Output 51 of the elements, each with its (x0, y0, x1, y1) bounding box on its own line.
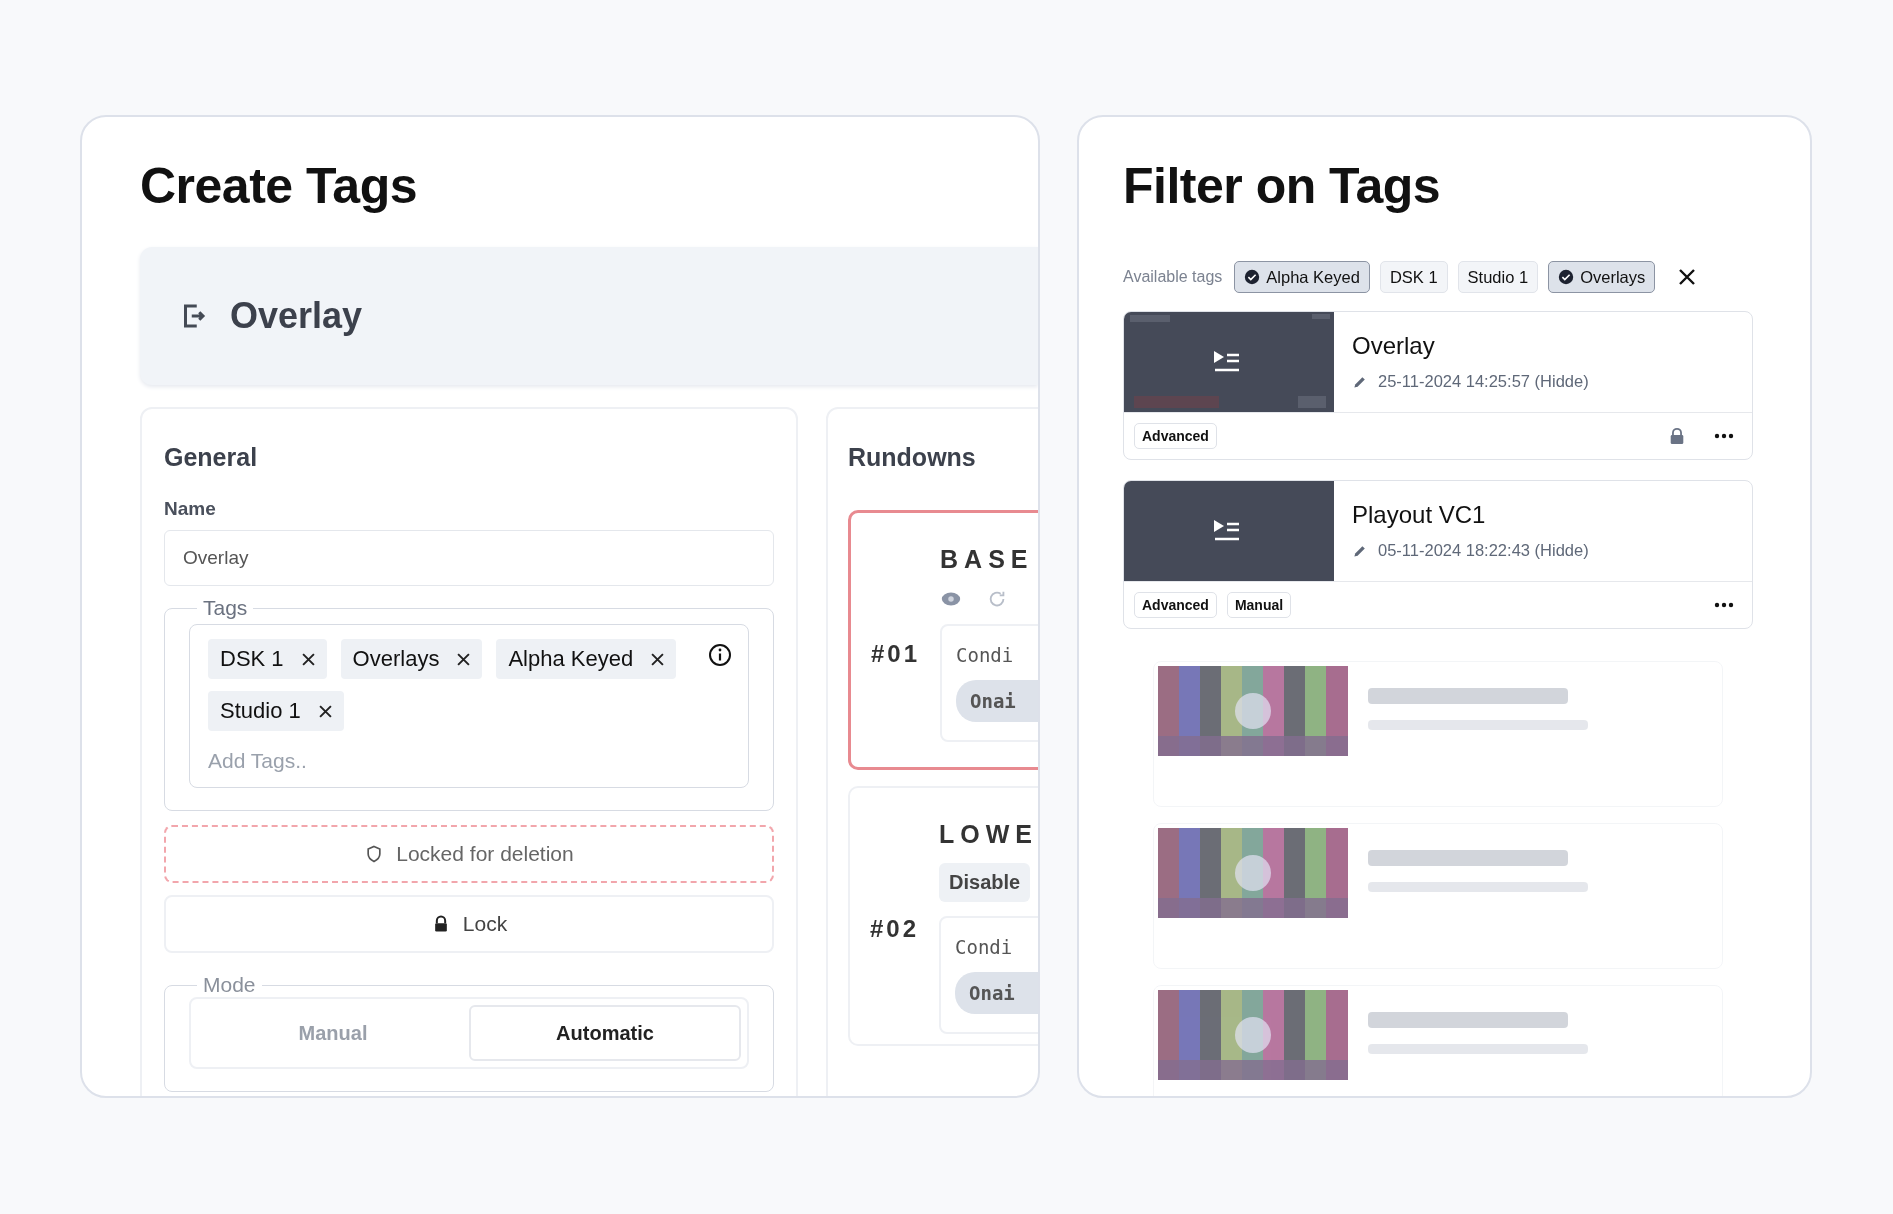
filter-tag[interactable]: Studio 1 (1457, 261, 1539, 293)
filter-tag[interactable]: DSK 1 (1379, 261, 1448, 293)
tags-input[interactable]: DSK 1 Overlays Alpha Keyed Studio 1 Add Tags.. (189, 624, 749, 788)
tag-chip[interactable]: Overlays (340, 639, 483, 679)
section-heading: General (164, 443, 259, 472)
name-field[interactable]: Overlay (164, 530, 774, 586)
rundown-number: #02 (870, 915, 920, 944)
tag-chip[interactable]: Alpha Keyed (496, 639, 677, 679)
more-icon[interactable] (1714, 602, 1734, 608)
filter-label: Available tags (1123, 268, 1223, 286)
placeholder: Add Tags.. (208, 749, 308, 773)
check-icon (1244, 269, 1261, 285)
record-title: Overlay (230, 295, 363, 337)
field-label: Name (164, 498, 217, 520)
mode-badge: Manual (1226, 592, 1292, 618)
mode-badge: Advanced (1134, 592, 1217, 618)
condition-label: Condi (955, 936, 1014, 958)
tag-chip[interactable]: Studio 1 (208, 691, 344, 731)
locked-button[interactable]: Locked for deletion (164, 825, 774, 883)
condition-chip: Onai (956, 680, 1038, 722)
condition-chip: Onai (955, 972, 1038, 1014)
close-icon[interactable] (1677, 267, 1698, 287)
rundown-title: BASE (940, 545, 1035, 574)
list-card[interactable]: Overlay 25-11-2024 14:25:57 (Hidde) Advanced (1123, 311, 1753, 460)
check-icon (1558, 269, 1575, 285)
item-title: Playout VC1 (1352, 501, 1487, 529)
mode-badge: Advanced (1134, 423, 1217, 449)
filter-tag[interactable]: Overlays (1548, 261, 1656, 293)
rundown-title: LOWE (939, 820, 1038, 849)
remove-icon[interactable] (301, 652, 315, 666)
info-icon[interactable] (708, 643, 732, 667)
status-chip: Disable (939, 863, 1031, 902)
remove-icon[interactable] (651, 652, 665, 666)
group-legend: Mode (197, 973, 262, 997)
section-heading: Rundowns (848, 443, 977, 472)
remove-icon[interactable] (457, 652, 471, 666)
lock-button[interactable]: Lock (164, 895, 774, 953)
condition-label: Condi (956, 644, 1015, 666)
card-title: Create Tags (140, 157, 419, 215)
remove-icon[interactable] (318, 704, 332, 718)
edit-date: 25-11-2024 14:25:57 (Hidde) (1378, 372, 1589, 391)
mode-option[interactable]: Automatic (469, 1005, 741, 1061)
list-card[interactable]: Playout VC1 05-11-2024 18:22:43 (Hidde) Advanced Manual (1123, 480, 1753, 629)
card-title: Filter on Tags (1123, 157, 1442, 215)
group-legend: Tags (197, 596, 254, 620)
edit-date: 05-11-2024 18:22:43 (Hidde) (1378, 541, 1589, 560)
rundown-number: #01 (871, 640, 921, 669)
tag-chip[interactable]: DSK 1 (208, 639, 327, 679)
more-icon[interactable] (1714, 433, 1734, 439)
filter-tag[interactable]: Alpha Keyed (1234, 261, 1370, 293)
item-title: Overlay (1352, 332, 1436, 360)
